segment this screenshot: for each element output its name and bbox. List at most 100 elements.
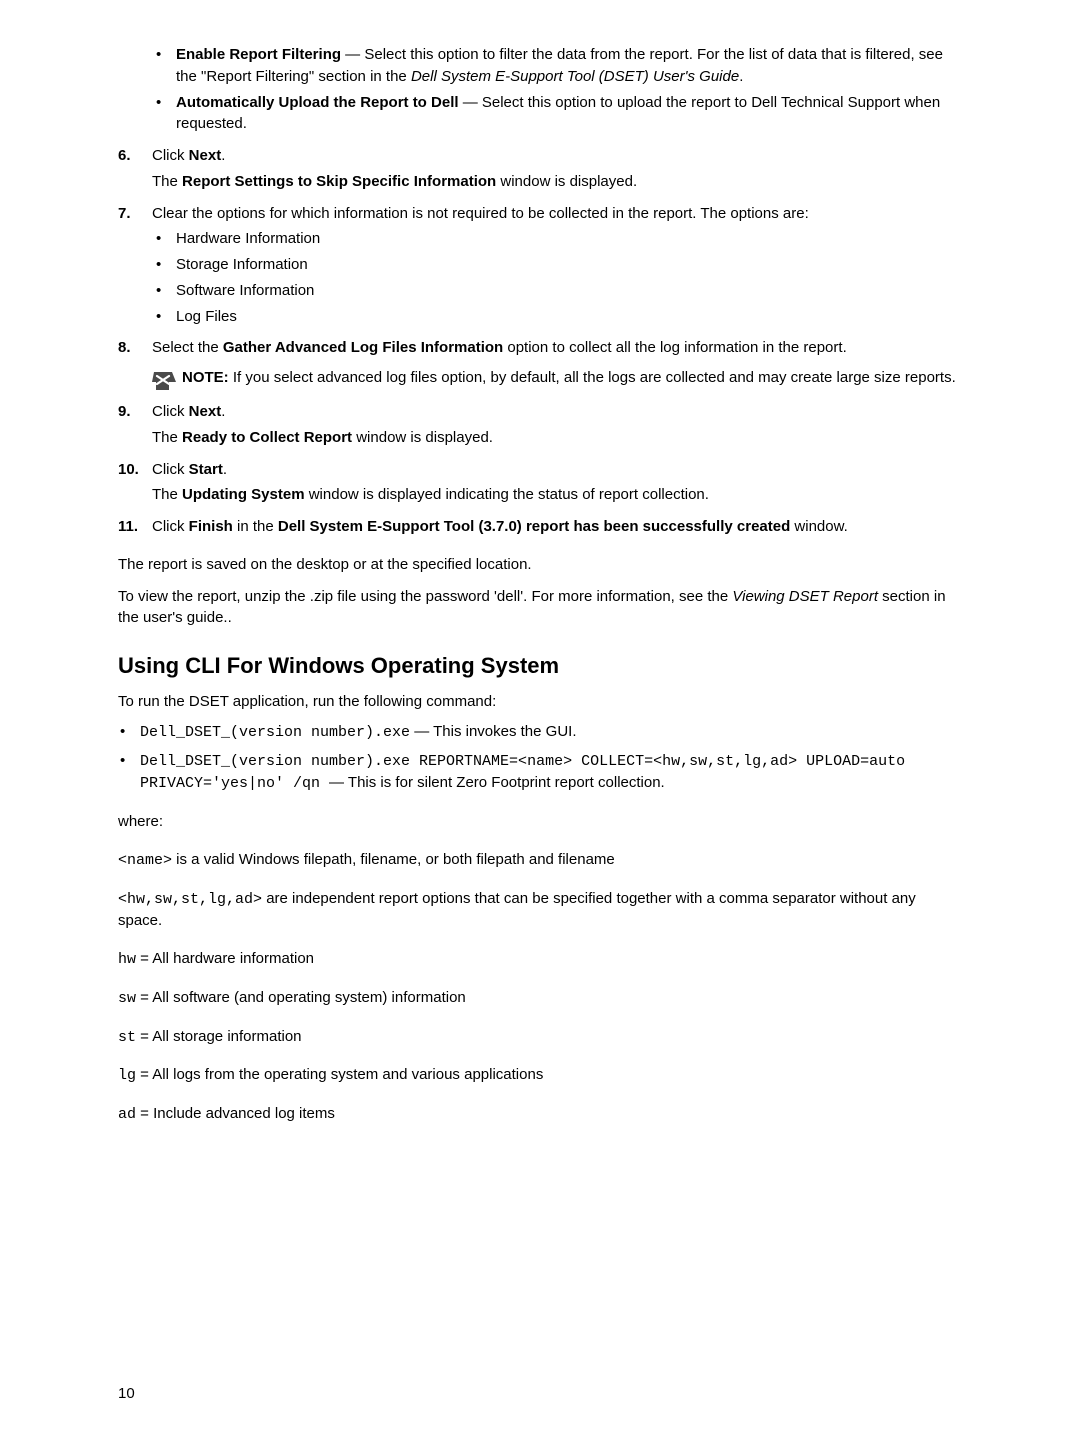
code: sw (118, 990, 136, 1007)
note-body: If you select advanced log files option,… (233, 369, 956, 386)
note-block: NOTE: If you select advanced log files o… (152, 367, 962, 391)
text: The (152, 429, 182, 446)
list-item: Log Files (152, 306, 962, 328)
def-st: st = All storage information (118, 1026, 962, 1049)
step-line: The Report Settings to Skip Specific Inf… (152, 171, 962, 193)
text: . (221, 403, 225, 420)
def-opts: <hw,sw,st,lg,ad> are independent report … (118, 888, 962, 933)
cli-bullets: Dell_DSET_(version number).exe — This in… (118, 721, 962, 795)
step-number: 9. (118, 401, 131, 423)
bullet-label: Automatically Upload the Report to Dell (176, 94, 459, 111)
text: To view the report, unzip the .zip file … (118, 588, 732, 605)
def-ad: ad = Include advanced log items (118, 1103, 962, 1126)
text: Click (152, 461, 189, 478)
step-number: 11. (118, 516, 138, 538)
list-item: Dell_DSET_(version number).exe — This in… (118, 721, 962, 744)
note-text: NOTE: If you select advanced log files o… (182, 367, 962, 389)
text: window is displayed indicating the statu… (305, 486, 709, 503)
step-7: 7. Clear the options for which informati… (118, 203, 962, 328)
code: <hw,sw,st,lg,ad> (118, 891, 262, 908)
step-10: 10. Click Start. The Updating System win… (118, 459, 962, 507)
label-window: Dell System E-Support Tool (3.7.0) repor… (278, 518, 790, 535)
code: <name> (118, 852, 172, 869)
text: . (221, 147, 225, 164)
list-item: Hardware Information (152, 228, 962, 250)
cli-text: — This is for silent Zero Footprint repo… (329, 774, 665, 791)
step-line: Click Next. (152, 401, 962, 423)
note-icon (152, 369, 176, 391)
label-window: Report Settings to Skip Specific Informa… (182, 173, 496, 190)
label-gather-logs: Gather Advanced Log Files Information (223, 339, 503, 356)
paragraph-report-saved: The report is saved on the desktop or at… (118, 554, 962, 576)
note-label: NOTE: (182, 369, 233, 386)
step-5-bullets: Enable Report Filtering — Select this op… (152, 44, 962, 135)
step-number: 6. (118, 145, 131, 167)
step-line: Click Finish in the Dell System E-Suppor… (152, 516, 962, 538)
label-next: Next (189, 147, 222, 164)
label-finish: Finish (189, 518, 233, 535)
step-line: Click Start. (152, 459, 962, 481)
label-window: Ready to Collect Report (182, 429, 352, 446)
italic-report-title: Viewing DSET Report (732, 588, 878, 605)
step-number: 10. (118, 459, 139, 481)
step-line: The Ready to Collect Report window is di… (152, 427, 962, 449)
text: = All storage information (136, 1028, 302, 1045)
code: st (118, 1029, 136, 1046)
text: . (223, 461, 227, 478)
text: The (152, 486, 182, 503)
bullet-auto-upload: Automatically Upload the Report to Dell … (152, 92, 962, 136)
step-9: 9. Click Next. The Ready to Collect Repo… (118, 401, 962, 449)
code: hw (118, 951, 136, 968)
step-line: Select the Gather Advanced Log Files Inf… (152, 337, 962, 359)
cli-text: — This invokes the GUI. (410, 723, 576, 740)
label-window: Updating System (182, 486, 305, 503)
text: in the (233, 518, 278, 535)
where-label: where: (118, 811, 962, 833)
text: = Include advanced log items (136, 1105, 335, 1122)
def-sw: sw = All software (and operating system)… (118, 987, 962, 1010)
step-8: 8. Select the Gather Advanced Log Files … (118, 337, 962, 391)
code: lg (118, 1067, 136, 1084)
text: = All logs from the operating system and… (136, 1066, 543, 1083)
text: is a valid Windows filepath, filename, o… (172, 851, 615, 868)
bullet-text-b: . (739, 68, 743, 85)
text: window. (790, 518, 848, 535)
numbered-steps: Enable Report Filtering — Select this op… (118, 44, 962, 538)
paragraph-view-report: To view the report, unzip the .zip file … (118, 586, 962, 630)
list-item: Software Information (152, 280, 962, 302)
text: Select the (152, 339, 223, 356)
step-6: 6. Click Next. The Report Settings to Sk… (118, 145, 962, 193)
text: = All software (and operating system) in… (136, 989, 466, 1006)
code: ad (118, 1106, 136, 1123)
step-number: 7. (118, 203, 131, 225)
bullet-label: Enable Report Filtering (176, 46, 341, 63)
label-next: Next (189, 403, 222, 420)
def-name: <name> is a valid Windows filepath, file… (118, 849, 962, 872)
text: = All hardware information (136, 950, 314, 967)
label-start: Start (189, 461, 223, 478)
page: Enable Report Filtering — Select this op… (0, 0, 1080, 1434)
text: The (152, 173, 182, 190)
text: Click (152, 147, 189, 164)
text: option to collect all the log informatio… (503, 339, 847, 356)
page-number: 10 (118, 1385, 135, 1402)
step-line: The Updating System window is displayed … (152, 484, 962, 506)
step-line: Click Next. (152, 145, 962, 167)
bullet-enable-report-filtering: Enable Report Filtering — Select this op… (152, 44, 962, 88)
text: window is displayed. (496, 173, 637, 190)
bullet-italic: Dell System E-Support Tool (DSET) User's… (411, 68, 739, 85)
section-heading-cli: Using CLI For Windows Operating System (118, 653, 962, 679)
list-item: Dell_DSET_(version number).exe REPORTNAM… (118, 750, 962, 796)
def-lg: lg = All logs from the operating system … (118, 1064, 962, 1087)
step-7-bullets: Hardware Information Storage Information… (152, 228, 962, 327)
step-11: 11. Click Finish in the Dell System E-Su… (118, 516, 962, 538)
def-hw: hw = All hardware information (118, 948, 962, 971)
cli-code: Dell_DSET_(version number).exe (140, 724, 410, 741)
step-5-continuation: Enable Report Filtering — Select this op… (118, 44, 962, 135)
list-item: Storage Information (152, 254, 962, 276)
text: Click (152, 518, 189, 535)
step-intro: Clear the options for which information … (152, 203, 962, 225)
text: window is displayed. (352, 429, 493, 446)
cli-intro: To run the DSET application, run the fol… (118, 691, 962, 713)
step-number: 8. (118, 337, 131, 359)
